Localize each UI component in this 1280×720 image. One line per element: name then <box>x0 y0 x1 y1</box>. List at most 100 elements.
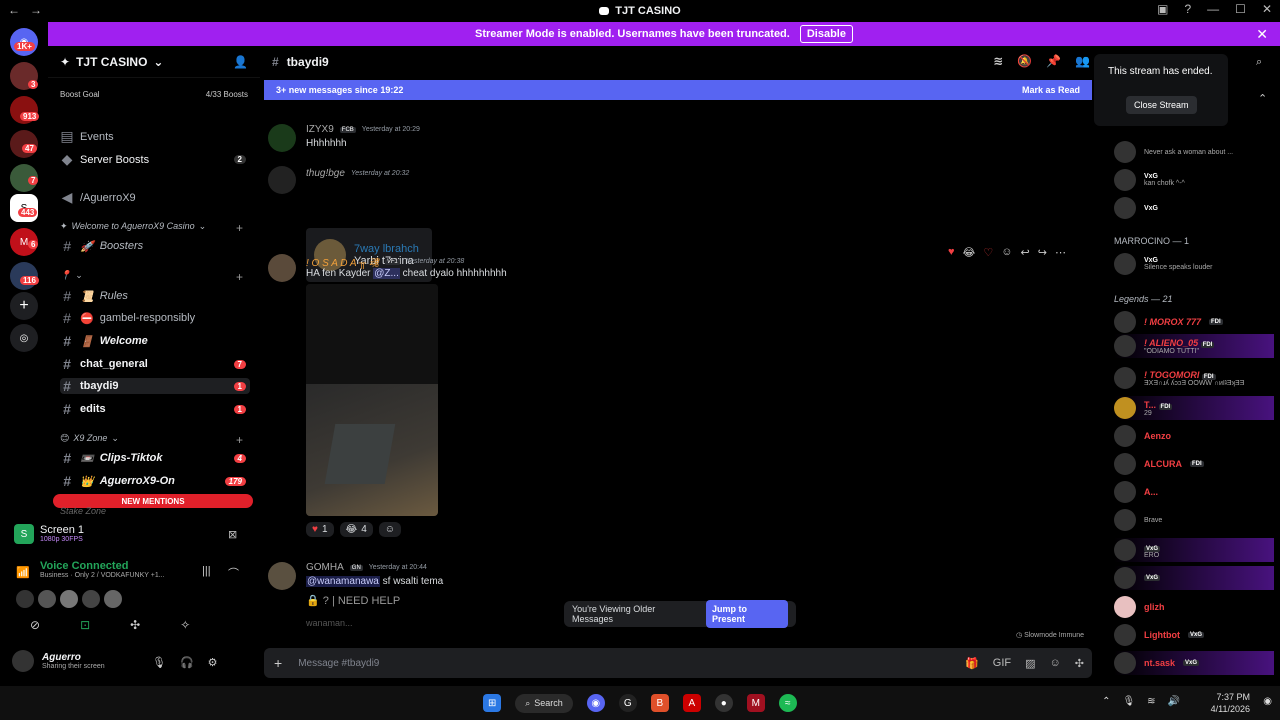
disconnect-icon[interactable]: ⌒ <box>228 565 239 581</box>
channel-boosters[interactable]: # 🚀 Boosters <box>60 238 250 254</box>
brave-icon[interactable]: B <box>650 694 669 712</box>
events-item[interactable]: ▤ Events <box>60 128 250 145</box>
channel-gambel[interactable]: # ⛔ gambel-responsibly <box>60 310 250 326</box>
obs-icon[interactable]: ● <box>714 694 733 712</box>
reaction-laugh[interactable]: 😂 4 <box>339 522 373 537</box>
jump-to-present-button[interactable]: Jump to Present <box>705 600 788 628</box>
video-attachment[interactable] <box>306 284 438 516</box>
member-item[interactable]: ! MOROX 777 FDI <box>1114 310 1274 334</box>
member-item[interactable]: Aenzo <box>1114 424 1274 448</box>
member-item[interactable]: VxG ERO <box>1114 538 1274 562</box>
user-mention[interactable]: @wanamanawa <box>306 576 380 587</box>
channel-clips[interactable]: # 📼 Clips-Tiktok 4 <box>60 450 250 466</box>
plus-icon[interactable]: + <box>274 655 282 671</box>
member-item[interactable]: Lightbot VxG <box>1114 623 1274 647</box>
back-arrow-icon[interactable]: ← <box>8 3 20 17</box>
member-item[interactable]: VxG Silence speaks louder <box>1114 252 1274 276</box>
microphone-icon[interactable]: 🎙 <box>1122 696 1135 707</box>
avatar[interactable] <box>16 590 34 608</box>
close-banner-icon[interactable]: ✕ <box>1256 26 1268 43</box>
taskbar-search[interactable]: ⌕ Search <box>515 693 573 713</box>
user-info[interactable]: Aguerro Sharing their screen <box>12 650 105 672</box>
avatar[interactable] <box>268 562 296 590</box>
member-item[interactable]: ALCURA FDI <box>1114 452 1274 476</box>
member-item[interactable]: VxG <box>1114 566 1274 590</box>
close-stream-button[interactable]: Close Stream <box>1126 96 1197 114</box>
windows-start-icon[interactable]: ⊞ <box>483 694 502 712</box>
soundboard-icon[interactable]: ✧ <box>180 618 190 632</box>
settings-gear-icon[interactable]: ⚙ <box>208 656 218 669</box>
camera-off-icon[interactable]: ⊘ <box>30 618 40 632</box>
help-icon[interactable]: ? <box>1184 2 1191 16</box>
apps-icon[interactable]: ✣ <box>1075 657 1084 670</box>
avatar[interactable] <box>60 590 78 608</box>
gift-icon[interactable]: 🎁 <box>965 657 979 670</box>
system-clock[interactable]: 7:37 PM 4/11/2026 <box>1211 691 1250 715</box>
laugh-react-icon[interactable]: 😂 <box>963 246 976 259</box>
member-item[interactable]: glizh <box>1114 595 1274 619</box>
member-item[interactable]: nt.sask VxG <box>1114 651 1274 675</box>
add-reaction-button[interactable]: ☺ <box>378 522 401 537</box>
channel-edits[interactable]: # edits 1 <box>60 401 250 417</box>
avatar[interactable] <box>82 590 100 608</box>
member-item[interactable]: Never ask a woman about ... <box>1114 140 1274 164</box>
notification-icon[interactable]: ◉ <box>1263 696 1272 707</box>
microphone-icon[interactable]: 🎙 <box>152 656 166 669</box>
noise-suppression-icon[interactable]: ||| <box>202 565 211 577</box>
add-channel-icon[interactable]: + <box>236 433 243 447</box>
member-item[interactable]: ! ALIENO_05 FDI "ODIAMO TUTTI" <box>1114 334 1274 358</box>
member-item[interactable]: VxG <box>1114 196 1274 220</box>
members-icon[interactable]: 👥 <box>1075 54 1090 68</box>
voice-connected[interactable]: Voice Connected Business · Only 2 / VODK… <box>40 560 165 579</box>
message-author[interactable]: ! O S A D A ╥ 魂 <box>306 254 379 269</box>
search-icon[interactable]: ⌕ <box>1256 56 1262 69</box>
server-boosts-item[interactable]: ◆ Server Boosts 2 <box>60 151 250 168</box>
category-pin[interactable]: 📍 ⌄ + <box>60 270 243 284</box>
avatar[interactable] <box>104 590 122 608</box>
avatar[interactable] <box>268 254 296 282</box>
gif-icon[interactable]: GIF <box>993 657 1011 670</box>
more-icon[interactable]: ⋯ <box>1055 246 1066 259</box>
chevron-up-icon[interactable]: ⌃ <box>1258 92 1267 105</box>
guild-header[interactable]: ✦ TJT CASINO ⌄ 👤 <box>48 46 260 78</box>
threads-icon[interactable]: ≋ <box>993 54 1003 68</box>
avatar[interactable] <box>268 166 296 194</box>
channel-aguerro[interactable]: ◀ /AguerroX9 <box>60 189 250 206</box>
discord-app-icon[interactable]: ◉ <box>586 694 605 712</box>
reaction-heart[interactable]: ♥ 1 <box>306 522 334 537</box>
maximize-icon[interactable]: ☐ <box>1235 2 1246 16</box>
message-author[interactable]: thug!bge <box>306 168 345 179</box>
emoji-icon[interactable]: ☺ <box>1050 657 1061 670</box>
sticker-icon[interactable]: ▨ <box>1025 657 1035 670</box>
wifi-icon[interactable]: ≋ <box>1147 696 1155 707</box>
member-item[interactable]: VxG kan chofk ^-^ <box>1114 168 1274 192</box>
message-input[interactable]: + Message #tbaydi9 🎁 GIF ▨ ☺ ✣ <box>264 648 1092 678</box>
mark-as-read-button[interactable]: Mark as Read <box>1022 85 1080 95</box>
forward-arrow-icon[interactable]: → <box>30 3 42 17</box>
notifications-icon[interactable]: 🔕 <box>1017 54 1032 68</box>
spotify-icon[interactable]: ≈ <box>778 694 797 712</box>
volume-icon[interactable]: 🔊 <box>1168 696 1180 707</box>
boost-goal[interactable]: Boost Goal 4/33 Boosts <box>60 90 248 99</box>
minimize-icon[interactable]: — <box>1207 2 1219 16</box>
category-welcome[interactable]: ✦ Welcome to AguerroX9 Casino ⌄ + <box>60 221 243 235</box>
member-item[interactable]: A... <box>1114 480 1274 504</box>
add-member-icon[interactable]: 👤 <box>233 55 248 69</box>
member-item[interactable]: ! TOGOMORI FDI ƎXƎ∩ɹʎ ʎɔɔƎ OOWW ∩ᴎIʇƎʞƎƎ <box>1114 366 1274 390</box>
broken-heart-icon[interactable]: ♡ <box>983 246 993 259</box>
channel-tbaydi9[interactable]: # tbaydi9 1 <box>60 378 250 394</box>
chevron-up-icon[interactable]: ⌃ <box>1102 696 1110 707</box>
app-icon[interactable]: M <box>746 694 765 712</box>
add-channel-icon[interactable]: + <box>236 270 243 284</box>
add-server-icon[interactable]: + <box>10 292 38 320</box>
channel-rules[interactable]: # 📜 Rules <box>60 288 250 304</box>
headphones-icon[interactable]: 🎧 <box>180 656 194 669</box>
avatar[interactable] <box>268 124 296 152</box>
browser-icon[interactable]: G <box>618 694 637 712</box>
message-author[interactable]: GOMHA <box>306 562 344 573</box>
user-mention[interactable]: @Z... <box>373 268 400 279</box>
inbox-icon[interactable]: ▣ <box>1157 2 1168 16</box>
adobe-icon[interactable]: A <box>682 694 701 712</box>
category-stake[interactable]: Stake Zone <box>60 506 106 516</box>
member-item[interactable]: Brave <box>1114 508 1274 532</box>
